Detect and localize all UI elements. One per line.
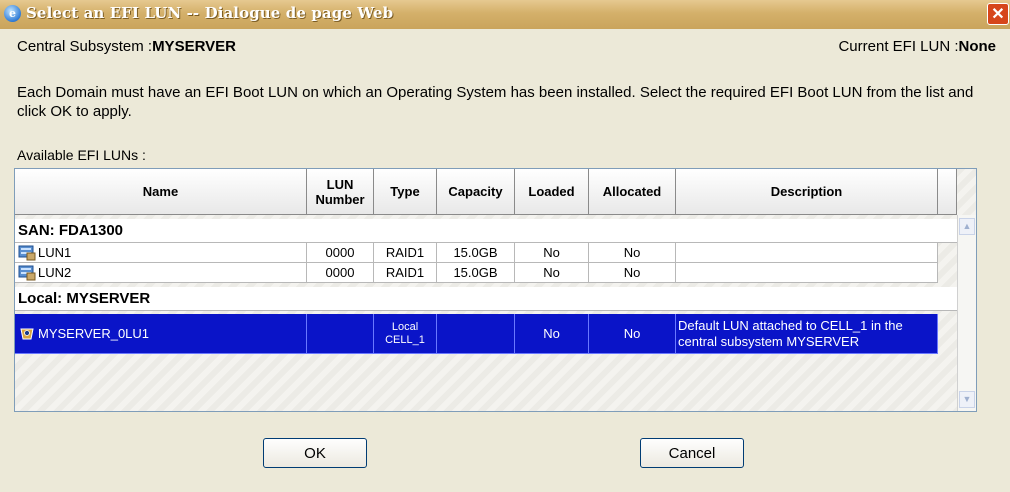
- lun-number-cell: 0000: [307, 263, 374, 283]
- column-header-type[interactable]: Type: [374, 169, 437, 215]
- type-cell: Local CELL_1: [374, 314, 437, 354]
- type-line-1: Local: [391, 320, 419, 333]
- column-header-allocated[interactable]: Allocated: [589, 169, 676, 215]
- current-efi-lun-label: Current EFI LUN :: [838, 38, 959, 55]
- current-efi-lun-value: None: [958, 38, 997, 55]
- ok-button[interactable]: OK: [263, 438, 367, 468]
- table-row-selected[interactable]: MYSERVER_0LU1 Local CELL_1 No No Default…: [15, 314, 938, 354]
- ie-page-icon: e: [4, 5, 21, 22]
- local-disk-icon: [18, 326, 36, 342]
- lun-table[interactable]: Name LUN Number Type Capacity Loaded All…: [14, 168, 977, 412]
- central-subsystem-label: Central Subsystem :: [17, 38, 153, 55]
- capacity-cell: 15.0GB: [437, 263, 515, 283]
- column-header-loaded[interactable]: Loaded: [515, 169, 589, 215]
- table-row[interactable]: LUN1 0000 RAID1 15.0GB No No: [15, 243, 938, 263]
- allocated-cell: No: [589, 263, 676, 283]
- name-cell: LUN2: [15, 263, 307, 283]
- available-luns-label: Available EFI LUNs :: [17, 147, 146, 163]
- central-subsystem: Central Subsystem :MYSERVER: [17, 38, 236, 55]
- instructions-text: Each Domain must have an EFI Boot LUN on…: [17, 84, 974, 120]
- capacity-cell: 15.0GB: [437, 243, 515, 263]
- name-cell: LUN1: [15, 243, 307, 263]
- group-row-san: SAN: FDA1300: [15, 219, 957, 243]
- title-bar[interactable]: e Select an EFI LUN -- Dialogue de page …: [0, 0, 1010, 29]
- group-row-local: Local: MYSERVER: [15, 287, 957, 311]
- name-cell: MYSERVER_0LU1: [15, 314, 307, 354]
- disk-array-icon: [18, 245, 36, 261]
- current-efi-lun: Current EFI LUN :None: [838, 38, 996, 55]
- lun-name: MYSERVER_0LU1: [38, 326, 150, 341]
- description-cell: Default LUN attached to CELL_1 in the ce…: [676, 314, 938, 354]
- window-title: Select an EFI LUN -- Dialogue de page We…: [26, 4, 394, 22]
- column-header-name[interactable]: Name: [15, 169, 307, 215]
- loaded-cell: No: [515, 314, 589, 354]
- table-row[interactable]: LUN2 0000 RAID1 15.0GB No No: [15, 263, 938, 283]
- lun-number-cell: [307, 314, 374, 354]
- loaded-cell: No: [515, 263, 589, 283]
- allocated-cell: No: [589, 314, 676, 354]
- allocated-cell: No: [589, 243, 676, 263]
- description-cell: [676, 263, 938, 283]
- disk-array-icon: [18, 265, 36, 281]
- type-line-2: CELL_1: [385, 333, 425, 346]
- lun-name: LUN2: [38, 265, 72, 280]
- vertical-scrollbar[interactable]: ▲ ▼: [957, 215, 976, 411]
- lun-name: LUN1: [38, 245, 72, 260]
- column-header-spacer: [938, 169, 957, 215]
- central-subsystem-value: MYSERVER: [152, 38, 236, 55]
- column-header-capacity[interactable]: Capacity: [437, 169, 515, 215]
- scroll-up-arrow-icon[interactable]: ▲: [959, 218, 975, 235]
- cancel-button[interactable]: Cancel: [640, 438, 744, 468]
- column-header-lun-number[interactable]: LUN Number: [307, 169, 374, 215]
- type-cell: RAID1: [374, 263, 437, 283]
- capacity-cell: [437, 314, 515, 354]
- loaded-cell: No: [515, 243, 589, 263]
- scroll-down-arrow-icon[interactable]: ▼: [959, 391, 975, 408]
- lun-number-cell: 0000: [307, 243, 374, 263]
- table-header: Name LUN Number Type Capacity Loaded All…: [15, 169, 957, 215]
- type-cell: RAID1: [374, 243, 437, 263]
- column-header-description[interactable]: Description: [676, 169, 938, 215]
- description-cell: [676, 243, 938, 263]
- close-button[interactable]: ✕: [987, 3, 1009, 25]
